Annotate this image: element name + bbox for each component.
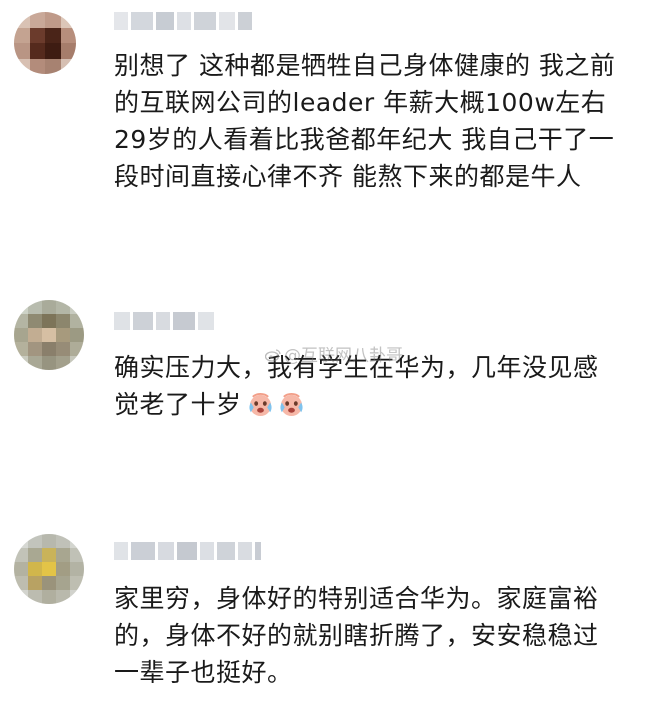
weibo-logo-icon: [264, 347, 281, 362]
comment-line: 别想了 这种都是牺牲自己身体健康的 我之前: [114, 51, 616, 80]
avatar[interactable]: [14, 300, 84, 370]
watermark-text: @互联网八卦哥: [284, 346, 403, 366]
comment-line: 家里穷，身体好的特别适合华为。家庭富裕: [114, 584, 599, 613]
username[interactable]: [114, 542, 261, 560]
comment-line: 一辈子也挺好。: [114, 658, 293, 687]
comment-text: 别想了 这种都是牺牲自己身体健康的 我之前 的互联网公司的leader 年薪大概…: [114, 47, 615, 195]
comment-line: 段时间直接心律不齐 能熬下来的都是牛人: [114, 162, 582, 191]
username[interactable]: [114, 12, 252, 30]
comment-line: 的互联网公司的leader 年薪大概100w左右: [114, 88, 607, 117]
comment-text: 家里穷，身体好的特别适合华为。家庭富裕 的，身体不好的就别瞎折腾了，安安稳稳过 …: [114, 580, 599, 691]
comment-line-text: 觉老了十岁: [114, 390, 242, 419]
watermark: @互联网八卦哥: [264, 341, 403, 366]
crying-face-icon: [248, 390, 273, 417]
crying-face-icon: [279, 390, 304, 417]
comment-line: 29岁的人看着比我爸都年纪大 我自己干了一: [114, 125, 615, 154]
username[interactable]: [114, 312, 214, 330]
comment-line: 觉老了十岁: [114, 386, 599, 423]
avatar[interactable]: [14, 534, 84, 604]
avatar[interactable]: [14, 12, 76, 74]
comment-line: 的，身体不好的就别瞎折腾了，安安稳稳过: [114, 621, 599, 650]
